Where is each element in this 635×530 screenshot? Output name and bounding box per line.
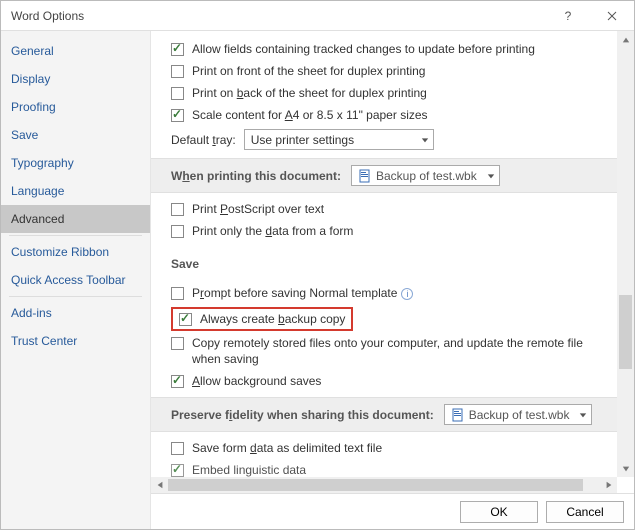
default-tray-label: Default tray: [171, 133, 236, 147]
nav-general[interactable]: General [1, 37, 150, 65]
chevron-down-icon [579, 408, 587, 422]
checkbox-icon [171, 87, 184, 100]
checkbox-icon [179, 313, 192, 326]
opt-print-front[interactable]: Print on front of the sheet for duplex p… [171, 63, 606, 79]
main-panel: Allow fields containing tracked changes … [151, 31, 634, 529]
opt-scale-content[interactable]: Scale content for A4 or 8.5 x 11" paper … [171, 107, 606, 123]
document-icon [358, 169, 372, 183]
scroll-up-button[interactable] [617, 31, 634, 48]
opt-background-saves[interactable]: Allow background saves [171, 373, 606, 389]
titlebar: Word Options ? [1, 1, 634, 31]
nav-display[interactable]: Display [1, 65, 150, 93]
help-button[interactable]: ? [546, 1, 590, 31]
vertical-scrollbar[interactable] [617, 31, 634, 477]
checkbox-icon [171, 442, 184, 455]
dialog-footer: OK Cancel [151, 493, 634, 529]
opt-print-back[interactable]: Print on back of the sheet for duplex pr… [171, 85, 606, 101]
nav-trust-center[interactable]: Trust Center [1, 327, 150, 355]
opt-allow-tracked[interactable]: Allow fields containing tracked changes … [171, 41, 606, 57]
nav-customize-ribbon[interactable]: Customize Ribbon [1, 238, 150, 266]
default-tray-dropdown[interactable]: Use printer settings [244, 129, 434, 150]
dialog-title: Word Options [11, 9, 84, 23]
opt-backup-copy-highlight: Always create backup copy [171, 307, 353, 331]
nav-save[interactable]: Save [1, 121, 150, 149]
opt-backup-copy[interactable]: Always create backup copy [179, 311, 345, 327]
section-save: Save [171, 251, 606, 277]
nav-advanced[interactable]: Advanced [1, 205, 150, 233]
ok-button[interactable]: OK [460, 501, 538, 523]
opt-save-form-data[interactable]: Save form data as delimited text file [171, 440, 606, 456]
category-sidebar: General Display Proofing Save Typography… [1, 31, 151, 529]
cancel-button[interactable]: Cancel [546, 501, 624, 523]
section-fidelity: Preserve fidelity when sharing this docu… [151, 397, 626, 432]
checkbox-icon [171, 225, 184, 238]
nav-quick-access[interactable]: Quick Access Toolbar [1, 266, 150, 294]
document-icon [451, 408, 465, 422]
nav-addins[interactable]: Add-ins [1, 299, 150, 327]
scroll-right-button[interactable] [600, 477, 617, 493]
checkbox-icon [171, 109, 184, 122]
close-button[interactable] [590, 1, 634, 31]
options-scroll: Allow fields containing tracked changes … [151, 31, 634, 493]
chevron-down-icon [487, 169, 495, 183]
nav-proofing[interactable]: Proofing [1, 93, 150, 121]
checkbox-icon [171, 203, 184, 216]
scroll-thumb-h[interactable] [168, 479, 583, 491]
chevron-down-icon [421, 133, 429, 147]
checkbox-icon [171, 375, 184, 388]
nav-typography[interactable]: Typography [1, 149, 150, 177]
opt-copy-remote[interactable]: Copy remotely stored files onto your com… [171, 335, 606, 367]
scroll-left-button[interactable] [151, 477, 168, 493]
opt-data-only[interactable]: Print only the data from a form [171, 223, 606, 239]
scroll-track-h[interactable] [168, 477, 600, 493]
opt-postscript[interactable]: Print PostScript over text [171, 201, 606, 217]
fidelity-doc-dropdown[interactable]: Backup of test.wbk [444, 404, 593, 425]
opt-embed-linguistic[interactable]: Embed linguistic data [171, 462, 606, 478]
checkbox-icon [171, 43, 184, 56]
printing-doc-dropdown[interactable]: Backup of test.wbk [351, 165, 500, 186]
checkbox-icon [171, 287, 184, 300]
opt-prompt-normal[interactable]: Prompt before saving Normal templatei [171, 285, 606, 301]
checkbox-icon [171, 337, 184, 350]
scroll-thumb[interactable] [619, 295, 632, 369]
info-icon[interactable]: i [401, 288, 413, 300]
scroll-track[interactable] [617, 48, 634, 460]
section-printing-this-doc: When printing this document: Backup of t… [151, 158, 626, 193]
nav-language[interactable]: Language [1, 177, 150, 205]
checkbox-icon [171, 464, 184, 477]
checkbox-icon [171, 65, 184, 78]
horizontal-scrollbar[interactable] [151, 477, 617, 493]
scroll-down-button[interactable] [617, 460, 634, 477]
close-icon [607, 11, 617, 21]
word-options-dialog: Word Options ? General Display Proofing … [0, 0, 635, 530]
